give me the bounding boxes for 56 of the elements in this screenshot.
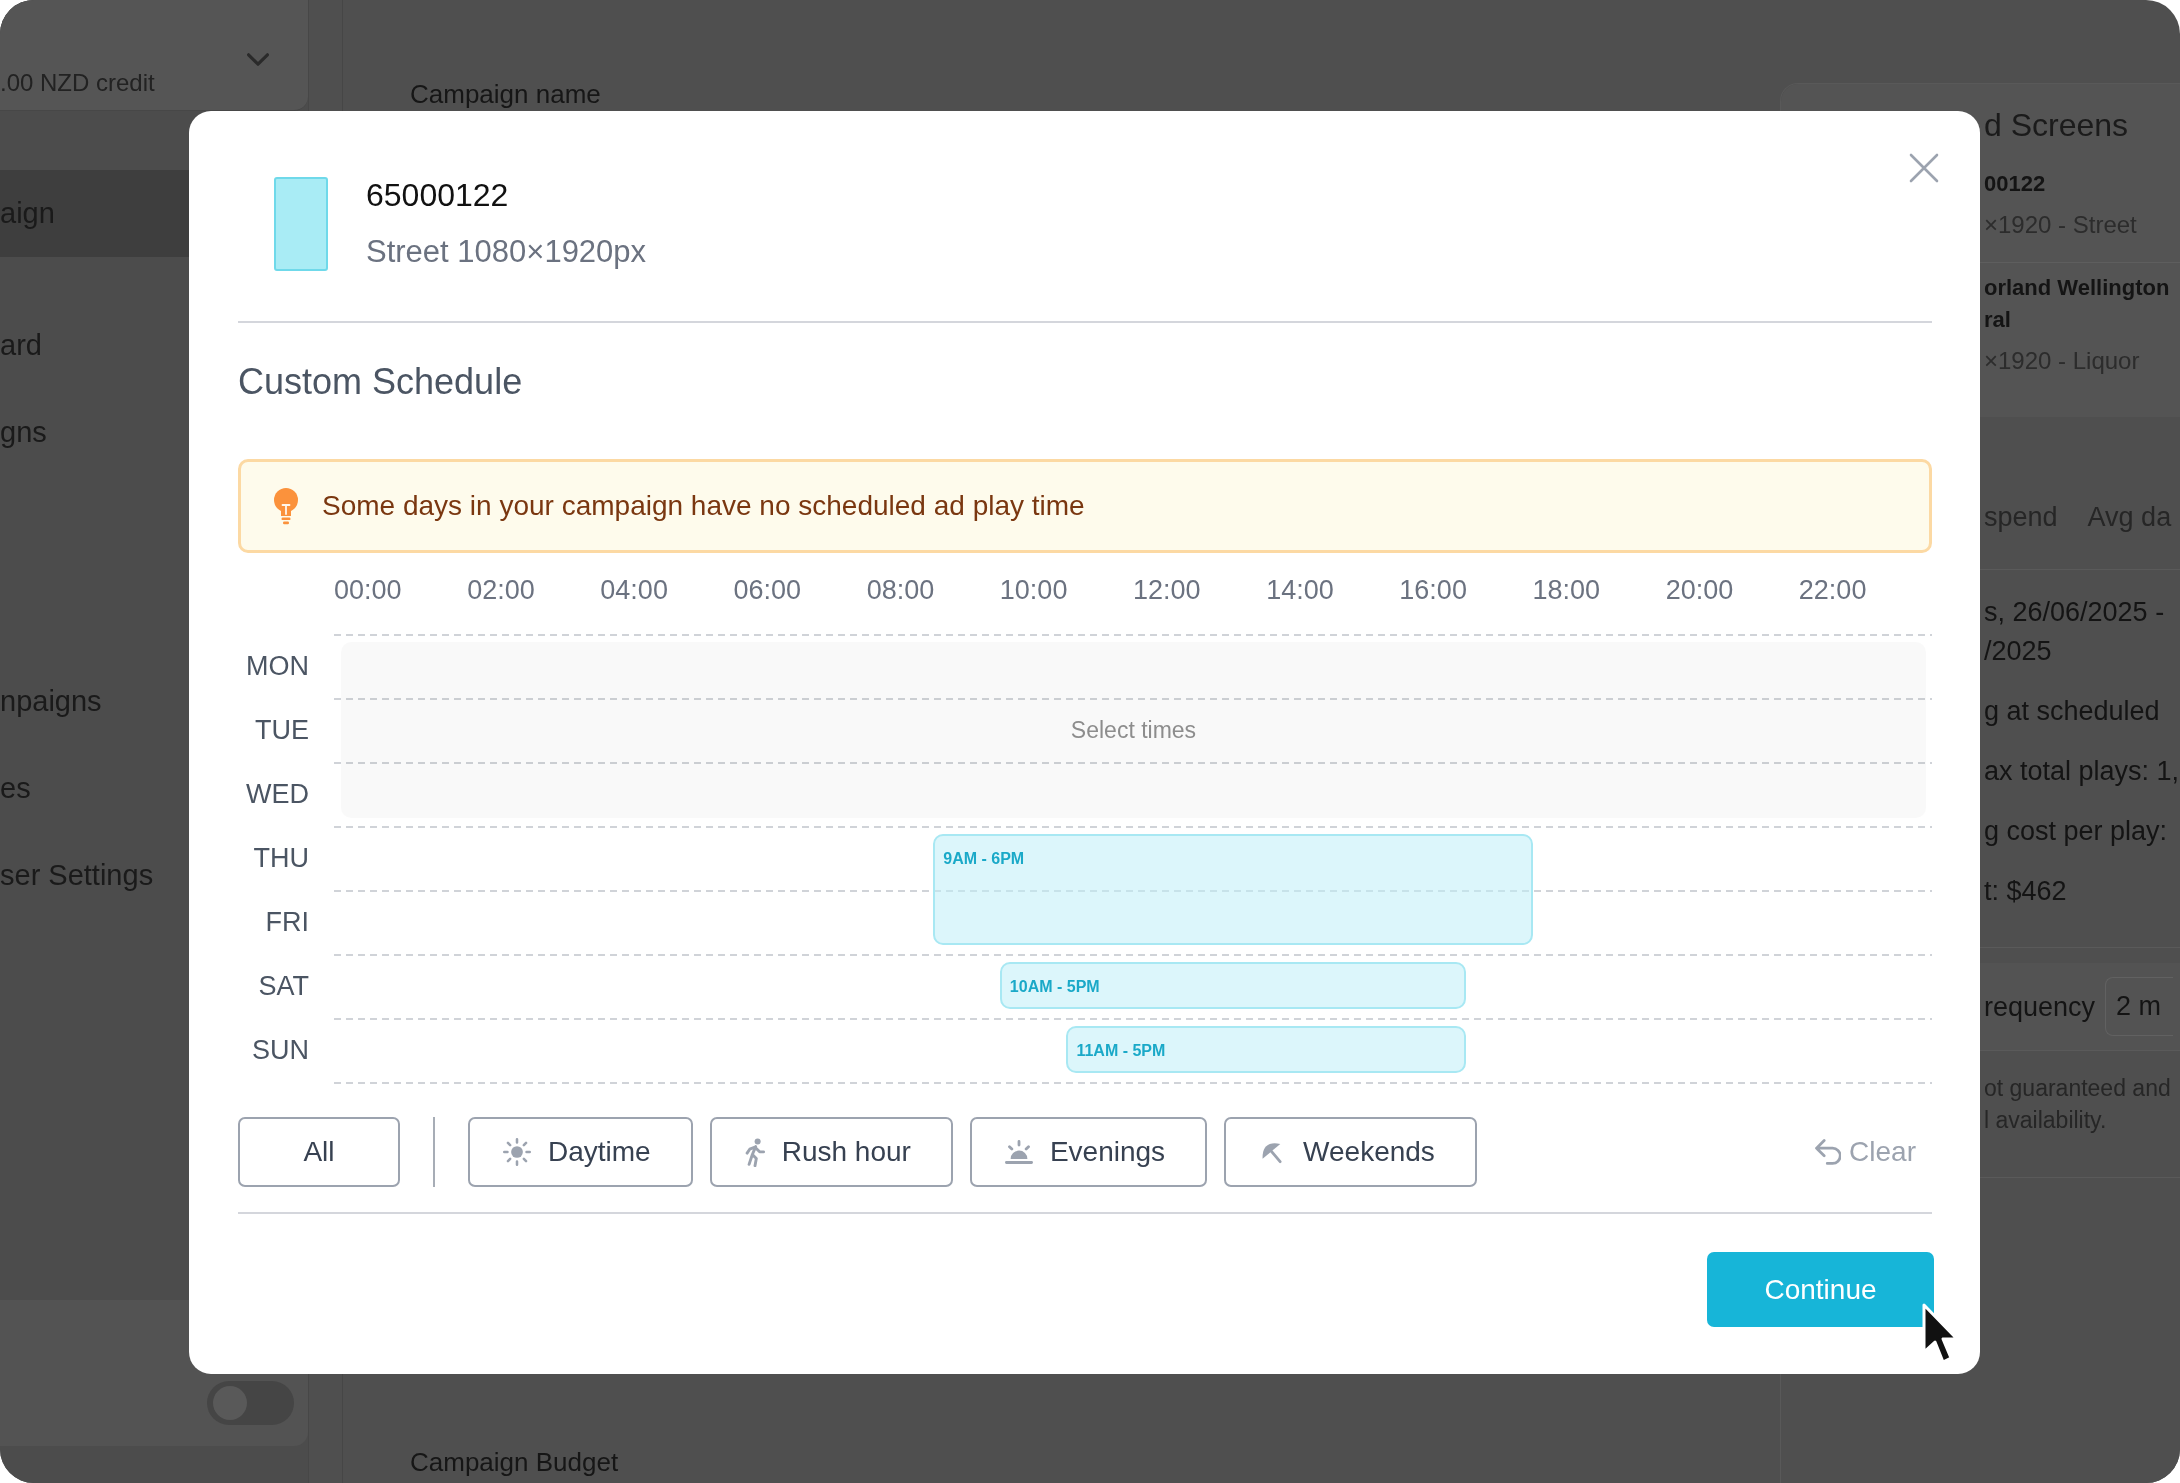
time-label: 10:00 xyxy=(999,575,1068,605)
time-label: 12:00 xyxy=(1133,575,1201,605)
empty-time-area[interactable]: Select times xyxy=(341,642,1926,818)
screen-id: 65000122 xyxy=(366,176,510,215)
time-label: 00:00 xyxy=(334,575,402,605)
running-person-icon xyxy=(744,1137,765,1167)
panel-title: d Screens xyxy=(1984,106,2130,145)
frequency-field[interactable]: 2 m xyxy=(2105,977,2174,1036)
time-label: 02:00 xyxy=(467,575,535,605)
day-label: TUE xyxy=(255,714,309,746)
day-label: MON xyxy=(246,650,309,682)
select-times-hint: Select times xyxy=(1070,716,1197,744)
summary-text: s, 26/06/2025 - /2025 xyxy=(1984,596,2166,668)
screen-name: orland Wellington ral xyxy=(1984,274,2171,334)
field-label: Campaign name xyxy=(410,80,602,108)
undo-icon xyxy=(1815,1139,1842,1165)
continue-button[interactable]: Continue xyxy=(1707,1252,1934,1327)
time-label: 14:00 xyxy=(1266,575,1334,605)
close-button[interactable] xyxy=(1909,153,1939,183)
time-label: 22:00 xyxy=(1798,575,1867,605)
alert-text: Some days in your campaign have no scheduled ad play time xyxy=(322,490,1085,522)
preset-button[interactable]: Weekends xyxy=(1224,1117,1477,1187)
preset-button[interactable]: All xyxy=(238,1117,400,1187)
screen-thumbnail-icon xyxy=(274,177,328,271)
time-label: 06:00 xyxy=(733,575,802,605)
day-label: FRI xyxy=(265,906,309,938)
summary-text: t: $462 xyxy=(1984,875,2068,908)
time-label: 18:00 xyxy=(1532,575,1601,605)
chevron-down-icon xyxy=(247,53,269,66)
time-label: 20:00 xyxy=(1665,575,1734,605)
time-label: 16:00 xyxy=(1399,575,1467,605)
screen-name: 00122 xyxy=(1984,170,2047,198)
time-block[interactable]: 11AM - 5PM xyxy=(1066,1026,1466,1073)
close-icon xyxy=(1909,153,1939,183)
day-label: SAT xyxy=(258,970,309,1002)
summary-text: ax total plays: 1, xyxy=(1984,755,2180,788)
summary-text: g cost per play: xyxy=(1984,815,2169,848)
time-label: 04:00 xyxy=(600,575,668,605)
frequency-label: requency xyxy=(1984,990,2096,1024)
lightbulb-icon xyxy=(272,487,300,525)
sun-icon xyxy=(503,1138,531,1166)
preset-button[interactable]: Rush hour xyxy=(709,1117,953,1187)
preset-button[interactable]: Evenings xyxy=(969,1117,1208,1187)
day-label: SUN xyxy=(252,1034,309,1066)
day-label: WED xyxy=(246,778,309,810)
preset-button[interactable]: Daytime xyxy=(468,1117,693,1187)
dialog-title: Custom Schedule xyxy=(238,360,524,404)
time-label: 08:00 xyxy=(866,575,935,605)
day-label: THU xyxy=(253,842,309,874)
clear-button[interactable]: Clear xyxy=(1815,1136,1916,1168)
summary-text: g at scheduled xyxy=(1984,695,2161,728)
section-title: Campaign Budget xyxy=(410,1448,620,1476)
sunset-icon xyxy=(1004,1140,1033,1164)
screen-format: Street 1080×1920px xyxy=(366,233,647,271)
time-block[interactable]: 9AM - 6PM xyxy=(933,834,1533,945)
time-block[interactable]: 10AM - 5PM xyxy=(999,962,1466,1009)
